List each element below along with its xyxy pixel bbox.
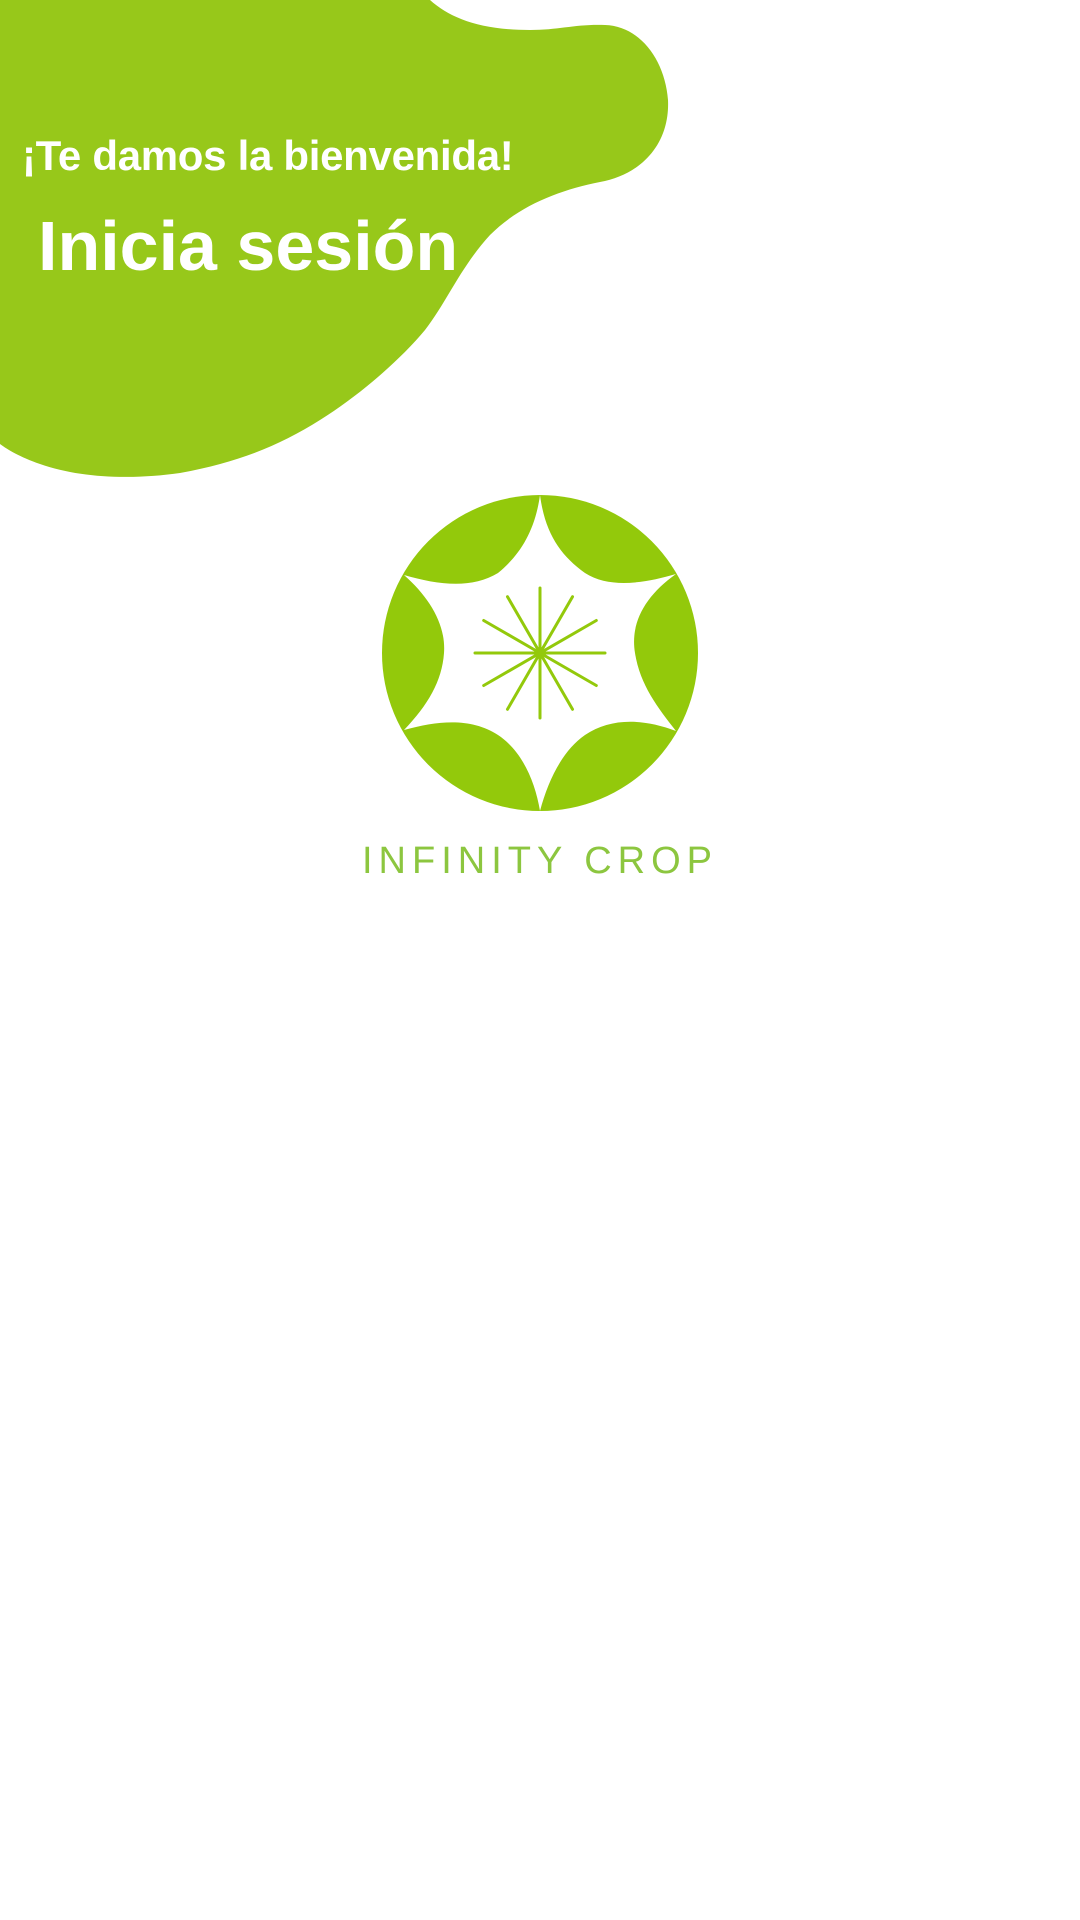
brand-name: INFINITY CROP <box>362 840 718 882</box>
login-screen: ¡Te damos la bienvenida! Inicia sesión I… <box>0 0 1080 1920</box>
page-title: Inicia sesión <box>38 207 459 285</box>
infinity-crop-logo-icon <box>382 495 698 811</box>
welcome-text: ¡Te damos la bienvenida! <box>22 132 514 179</box>
